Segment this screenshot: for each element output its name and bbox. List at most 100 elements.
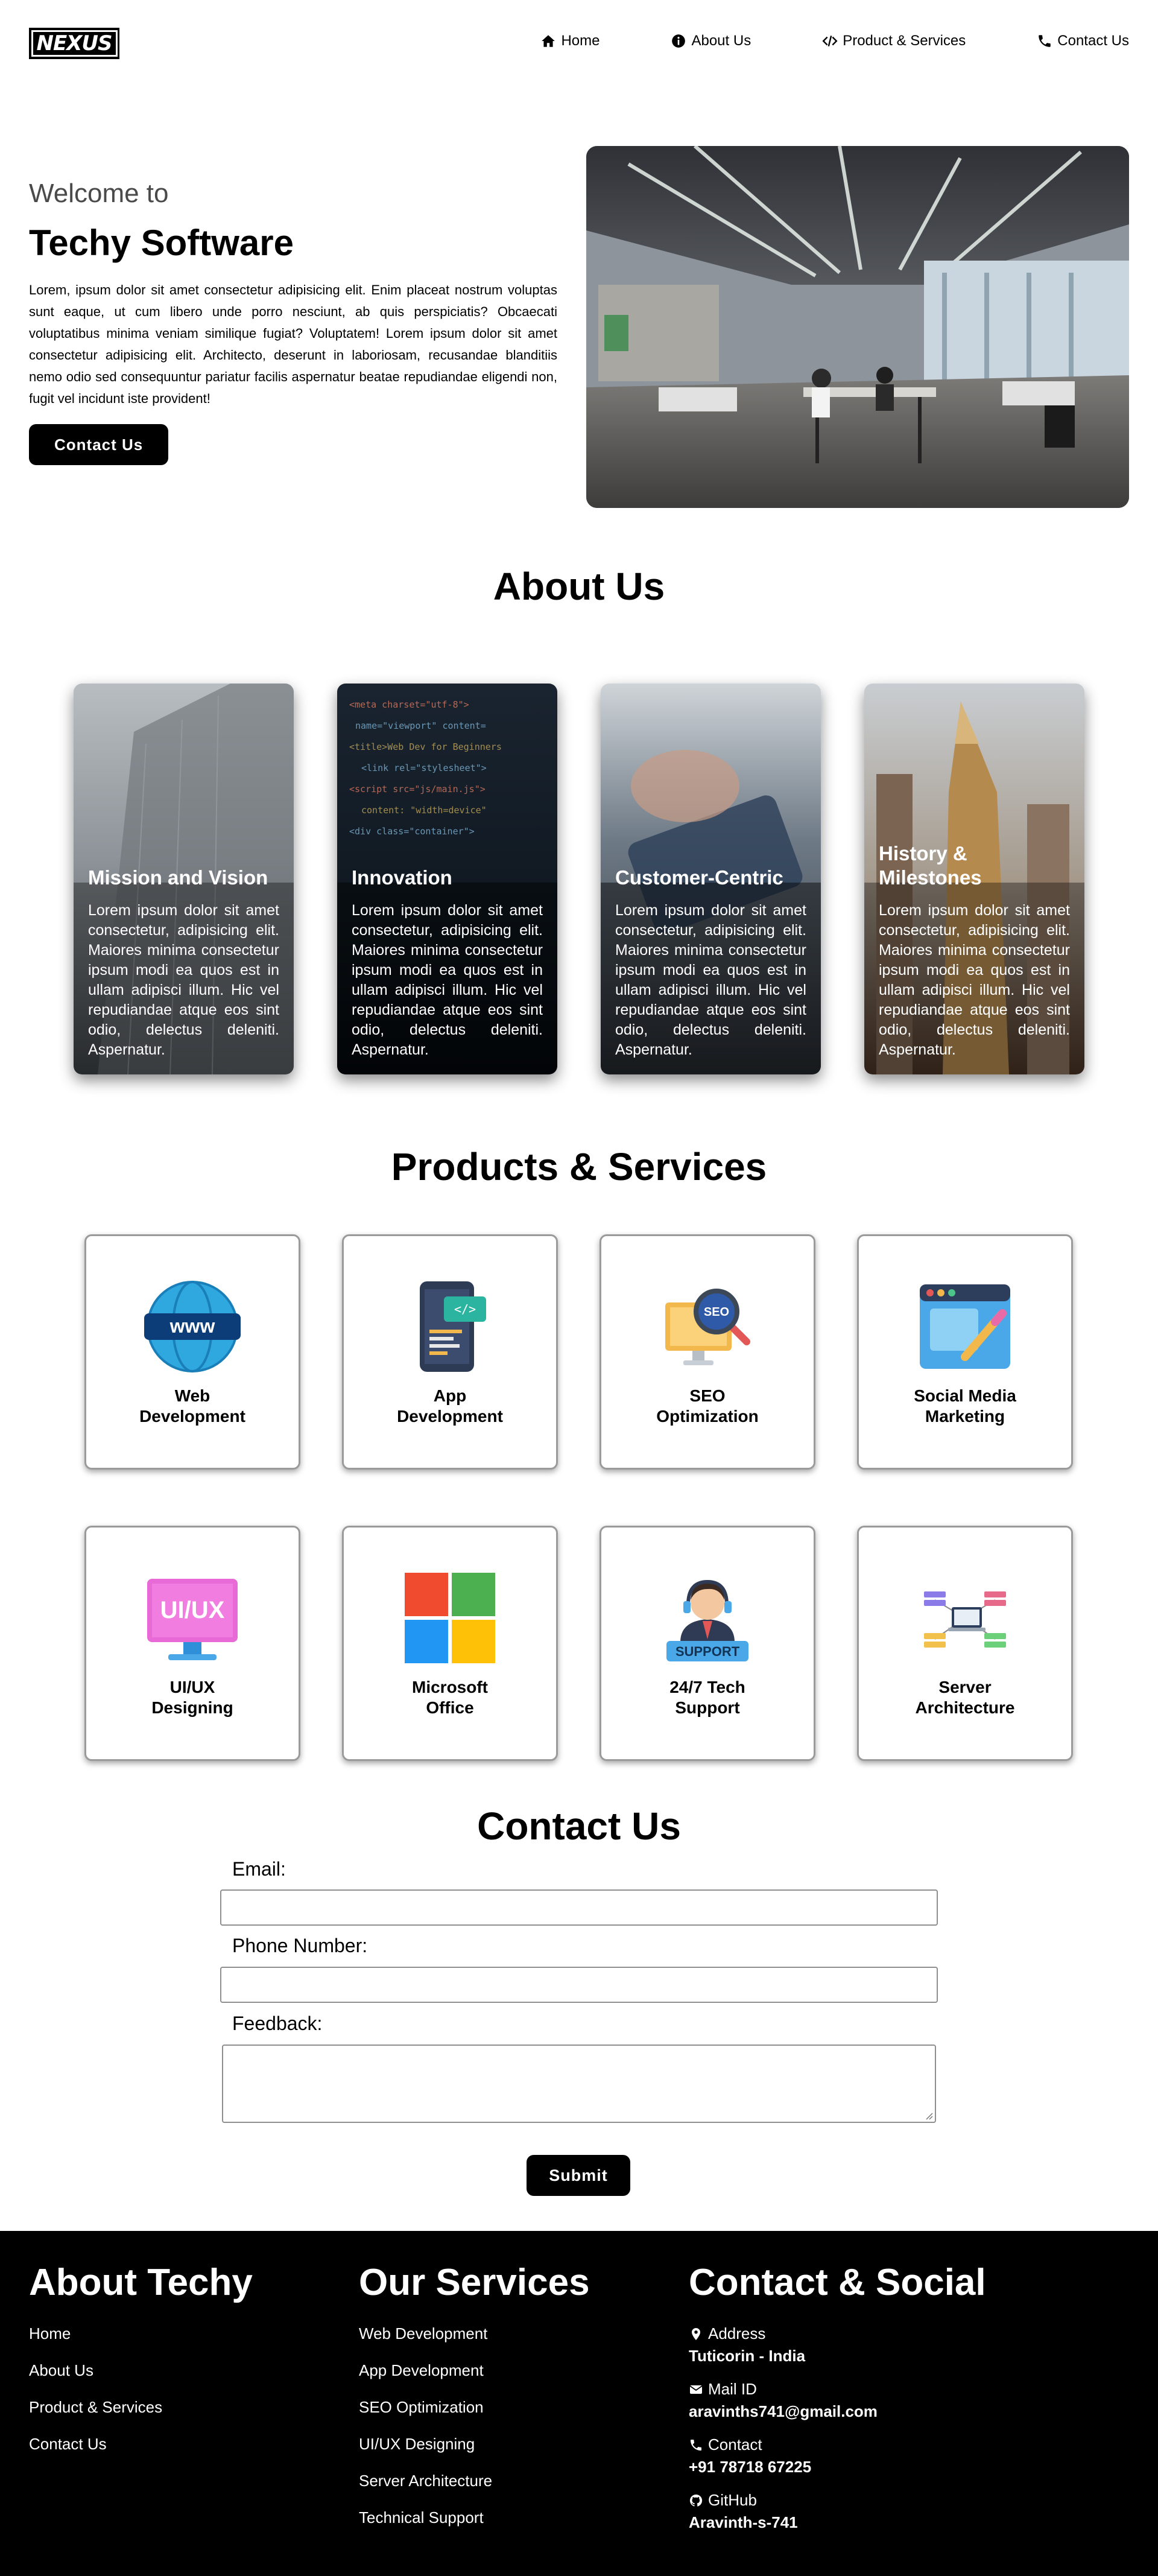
office-illustration — [586, 146, 1129, 508]
svg-text:www: www — [169, 1315, 215, 1337]
product-label: SEO Optimization — [656, 1386, 759, 1426]
product-label: UI/UX Designing — [151, 1678, 233, 1717]
about-card-mission[interactable]: Mission and Vision Lorem ipsum dolor sit… — [74, 684, 294, 1074]
about-card-content: History & Milestones Lorem ipsum dolor s… — [879, 842, 1070, 1060]
footer-phone: Contact +91 78718 67225 — [689, 2435, 986, 2476]
resize-handle-icon[interactable] — [925, 2112, 934, 2121]
product-card-app[interactable]: </> App Development — [342, 1234, 558, 1470]
office-photo — [586, 146, 1129, 508]
products-row-1: www Web Development </> App Development … — [84, 1234, 1073, 1470]
about-card-customer[interactable]: Customer-Centric Lorem ipsum dolor sit a… — [601, 684, 821, 1074]
map-marker-icon — [692, 2327, 700, 2340]
nav-link-label: Home — [561, 33, 600, 49]
submit-button[interactable]: Submit — [527, 2155, 630, 2196]
nav-link-label: Product & Services — [843, 33, 966, 49]
product-card-seo[interactable]: SEO SEO Optimization — [600, 1234, 815, 1470]
footer-services-column: Our Services Web Development App Develop… — [359, 2261, 590, 2545]
nav-links: Home About Us Product & Services Contact… — [540, 33, 1129, 49]
about-card-text: Lorem ipsum dolor sit amet consectetur, … — [879, 902, 1070, 1058]
footer-link-home[interactable]: Home — [29, 2324, 253, 2343]
mobile-app-icon: </> — [420, 1281, 486, 1372]
hero-description: Lorem, ipsum dolor sit amet consectetur … — [29, 282, 557, 406]
mail-label: Mail ID — [708, 2380, 757, 2398]
nav-link-home[interactable]: Home — [540, 33, 600, 49]
footer-service-link[interactable]: Technical Support — [359, 2508, 590, 2527]
nav-link-products[interactable]: Product & Services — [822, 33, 966, 49]
envelope-icon — [689, 2385, 703, 2394]
footer-service-link[interactable]: App Development — [359, 2361, 590, 2380]
footer-service-link[interactable]: Web Development — [359, 2324, 590, 2343]
about-card-content: Mission and Vision Lorem ipsum dolor sit… — [88, 866, 279, 1060]
svg-text:name="viewport" content=: name="viewport" content= — [355, 720, 486, 731]
github-label: GitHub — [708, 2491, 757, 2509]
microsoft-logo-icon — [405, 1573, 495, 1663]
address-value: Tuticorin - India — [689, 2347, 806, 2365]
footer-about-title: About Techy — [29, 2262, 253, 2303]
about-card-innovation[interactable]: <meta charset="utf-8"> name="viewport" c… — [337, 684, 557, 1074]
about-card-history[interactable]: History & Milestones Lorem ipsum dolor s… — [864, 684, 1084, 1074]
github-icon — [689, 2494, 703, 2507]
footer-about-column: About Techy Home About Us Product & Serv… — [29, 2261, 253, 2472]
feedback-textarea[interactable] — [222, 2045, 936, 2123]
product-card-social[interactable]: Social Media Marketing — [857, 1234, 1073, 1470]
product-label: Social Media Marketing — [914, 1386, 1016, 1426]
nav-link-contact[interactable]: Contact Us — [1037, 33, 1129, 49]
product-card-server[interactable]: Server Architecture — [857, 1526, 1073, 1761]
footer: About Techy Home About Us Product & Serv… — [0, 2231, 1158, 2576]
footer-address: Address Tuticorin - India — [689, 2324, 986, 2365]
nav-link-label: Contact Us — [1057, 33, 1129, 49]
about-card-text: Lorem ipsum dolor sit amet consectetur, … — [88, 902, 279, 1058]
svg-text:UI/UX: UI/UX — [160, 1597, 225, 1623]
nexus-logo[interactable]: NEXUS — [29, 28, 119, 59]
nav-link-label: About Us — [691, 33, 751, 49]
phone-value[interactable]: +91 78718 67225 — [689, 2458, 986, 2476]
footer-link-contact[interactable]: Contact Us — [29, 2435, 253, 2454]
social-media-icon — [920, 1284, 1010, 1369]
svg-text:<script src="js/main.js">: <script src="js/main.js"> — [349, 784, 486, 795]
nav-link-about[interactable]: About Us — [671, 33, 751, 49]
email-field[interactable] — [220, 1889, 938, 1926]
footer-link-about[interactable]: About Us — [29, 2361, 253, 2380]
product-label: Microsoft Office — [412, 1678, 488, 1717]
logo-text: NEXUS — [31, 30, 118, 57]
hero-welcome: Welcome to — [29, 179, 169, 208]
about-card-content: Customer-Centric Lorem ipsum dolor sit a… — [615, 866, 806, 1060]
product-card-office[interactable]: Microsoft Office — [342, 1526, 558, 1761]
product-card-uiux[interactable]: UI/UX UI/UX Designing — [84, 1526, 300, 1761]
phone-icon — [1039, 35, 1051, 47]
footer-service-link[interactable]: Server Architecture — [359, 2472, 590, 2490]
footer-contact-column: Contact & Social Address Tuticorin - Ind… — [689, 2261, 986, 2546]
product-label: 24/7 Tech Support — [669, 1678, 745, 1717]
github-value[interactable]: Aravinth-s-741 — [689, 2513, 986, 2532]
footer-contact-title: Contact & Social — [689, 2262, 986, 2303]
phone-icon — [691, 2439, 701, 2451]
products-row-2: UI/UX UI/UX Designing Microsoft Office S… — [84, 1526, 1073, 1761]
about-section-title: About Us — [493, 565, 665, 608]
mail-value[interactable]: aravinths741@gmail.com — [689, 2402, 986, 2421]
svg-text:<link rel="stylesheet">: <link rel="stylesheet"> — [361, 763, 487, 773]
navbar: NEXUS Home About Us Product & Services C… — [0, 0, 1158, 87]
footer-service-link[interactable]: UI/UX Designing — [359, 2435, 590, 2454]
www-globe-icon: www — [144, 1281, 241, 1372]
feedback-label: Feedback: — [232, 2013, 323, 2034]
server-network-icon — [924, 1591, 1006, 1648]
about-card-content: Innovation Lorem ipsum dolor sit amet co… — [352, 866, 543, 1060]
product-label: App Development — [397, 1386, 503, 1426]
svg-text:content: "width=device": content: "width=device" — [361, 805, 487, 816]
about-card-title: History & Milestones — [879, 842, 982, 889]
hero-title: Techy Software — [29, 223, 294, 263]
hero-contact-button[interactable]: Contact Us — [29, 424, 169, 465]
product-card-web[interactable]: www Web Development — [84, 1234, 300, 1470]
svg-text:</>: </> — [454, 1302, 476, 1316]
footer-service-link[interactable]: SEO Optimization — [359, 2398, 590, 2417]
footer-mail: Mail ID aravinths741@gmail.com — [689, 2380, 986, 2421]
ui-ux-monitor-icon: UI/UX — [147, 1579, 238, 1660]
about-card-title: Customer-Centric — [615, 866, 783, 889]
svg-text:<div class="container">: <div class="container"> — [349, 826, 475, 837]
footer-link-products[interactable]: Product & Services — [29, 2398, 253, 2417]
seo-magnifier-icon: SEO — [665, 1289, 750, 1365]
product-card-support[interactable]: SUPPORT 24/7 Tech Support — [600, 1526, 815, 1761]
phone-field[interactable] — [220, 1967, 938, 2003]
support-agent-icon: SUPPORT — [666, 1579, 748, 1661]
email-label: Email: — [232, 1858, 286, 1880]
